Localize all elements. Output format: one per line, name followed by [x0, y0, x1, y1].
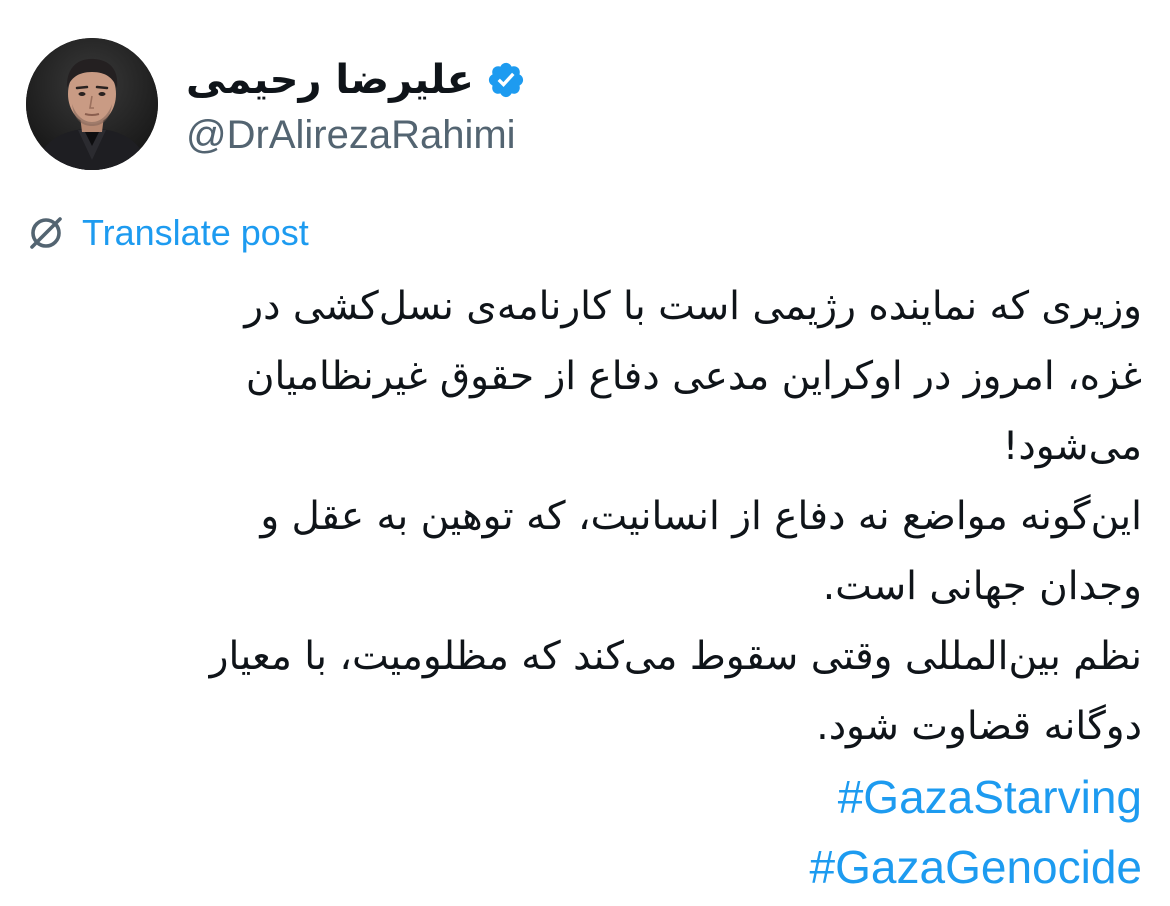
translate-post-link[interactable]: Translate post: [82, 210, 309, 256]
post-line: وزیری که نماینده رژیمی است با کارنامه‌ی …: [244, 284, 1142, 329]
post-header: علیرضا رحیمی @DrAlirezaRahimi: [26, 38, 1146, 174]
post-line: دوگانه قضاوت شود.: [816, 704, 1142, 749]
post-line: وجدان جهانی است.: [822, 564, 1142, 609]
profile-photo: [26, 38, 158, 170]
post-line: این‌گونه مواضع نه دفاع از انسانیت، که تو…: [260, 494, 1142, 539]
hashtag-link[interactable]: #GazaStarving: [22, 762, 1142, 832]
translate-icon: [26, 213, 66, 253]
hashtag-link[interactable]: #GazaGenocide: [22, 832, 1142, 902]
author-name-row: علیرضا رحیمی: [186, 52, 526, 108]
author-handle[interactable]: @DrAlirezaRahimi: [186, 110, 516, 160]
post-line: نظم بین‌المللی وقتی سقوط می‌کند که مظلوم…: [209, 634, 1142, 679]
post-text: وزیری که نماینده رژیمی است با کارنامه‌ی …: [22, 272, 1142, 902]
post-line: غزه، امروز در اوکراین مدعی دفاع از حقوق …: [245, 354, 1142, 399]
verified-badge-icon: [486, 60, 526, 100]
display-name[interactable]: علیرضا رحیمی: [186, 52, 474, 108]
avatar[interactable]: [26, 38, 158, 170]
translate-post[interactable]: Translate post: [26, 210, 309, 256]
post-line: می‌شود!: [1002, 424, 1142, 469]
